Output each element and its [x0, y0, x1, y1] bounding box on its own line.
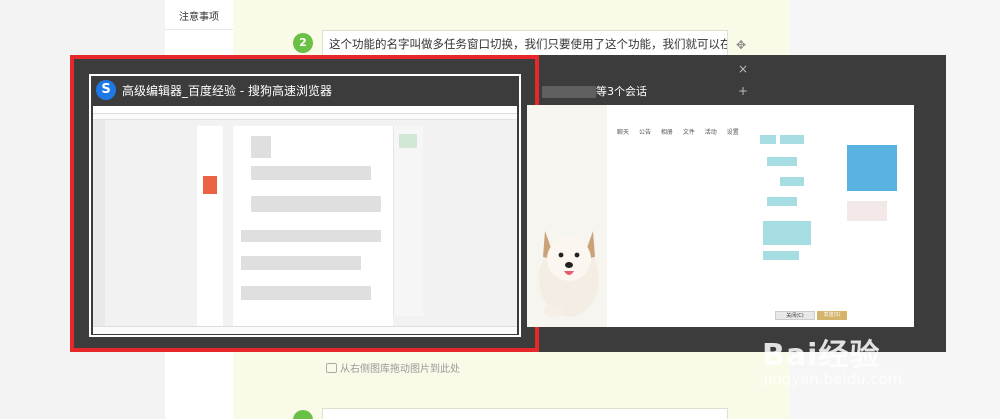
add-icon[interactable]: + — [738, 84, 748, 98]
image-icon — [326, 363, 337, 373]
window-title-chat[interactable]: 等3个会话 — [596, 84, 647, 100]
blur-tile — [767, 197, 797, 206]
close-icon[interactable]: × — [738, 62, 748, 76]
step-text-input-next[interactable] — [322, 408, 728, 419]
blur-tile — [767, 157, 797, 166]
chat-tab[interactable]: 活动 — [705, 129, 717, 136]
chat-tabs: 聊天 公告 相册 文件 活动 设置 — [617, 127, 747, 136]
watermark-logo: Bai经验 — [762, 338, 881, 373]
chat-window-thumbnail[interactable]: 聊天 公告 相册 文件 活动 设置 关闭(C) 发送(S) — [527, 105, 914, 327]
chat-send-button[interactable]: 发送(S) — [817, 311, 847, 320]
dog-picture — [539, 231, 599, 317]
blur-tile — [847, 145, 897, 191]
window-title-text: 高级编辑器_百度经验 - 搜狗高速浏览器 — [122, 83, 332, 98]
chat-tab[interactable]: 相册 — [661, 129, 673, 136]
chat-tab[interactable]: 文件 — [683, 129, 695, 136]
drag-image-hint: 从右侧图库拖动图片到此处 — [326, 360, 460, 375]
screen: 注意事项 2 这个功能的名字叫做多任务窗口切换，我们只要使用了这个功能，我们就可… — [0, 0, 1000, 419]
blur-tile — [763, 221, 811, 245]
step-number-badge: 2 — [293, 33, 313, 53]
step-text-input[interactable]: 这个功能的名字叫做多任务窗口切换，我们只要使用了这个功能，我们就可以在 — [322, 30, 728, 57]
blur-tile — [780, 135, 804, 144]
window-title-browser[interactable]: S 高级编辑器_百度经验 - 搜狗高速浏览器 — [96, 78, 332, 102]
nav-item-notes[interactable]: 注意事项 — [165, 6, 233, 30]
window2-title-blur — [542, 86, 596, 98]
selected-window-frame — [89, 74, 521, 337]
drag-image-hint-text: 从右侧图库拖动图片到此处 — [340, 364, 460, 375]
chat-tab[interactable]: 设置 — [727, 129, 739, 136]
sogou-browser-icon: S — [96, 80, 116, 100]
chat-close-button[interactable]: 关闭(C) — [775, 311, 815, 320]
chat-tab[interactable]: 聊天 — [617, 129, 629, 136]
blur-tile — [760, 135, 776, 144]
blur-tile — [847, 201, 887, 221]
watermark-url: jingyan.baidu.com — [764, 370, 903, 388]
baidu-jingyan-watermark: Bai经验 jingyan.baidu.com — [762, 330, 902, 388]
chat-tab[interactable]: 公告 — [639, 129, 651, 136]
blur-tile — [780, 177, 804, 186]
blur-tile — [763, 251, 799, 260]
move-icon[interactable]: ✥ — [736, 38, 746, 52]
